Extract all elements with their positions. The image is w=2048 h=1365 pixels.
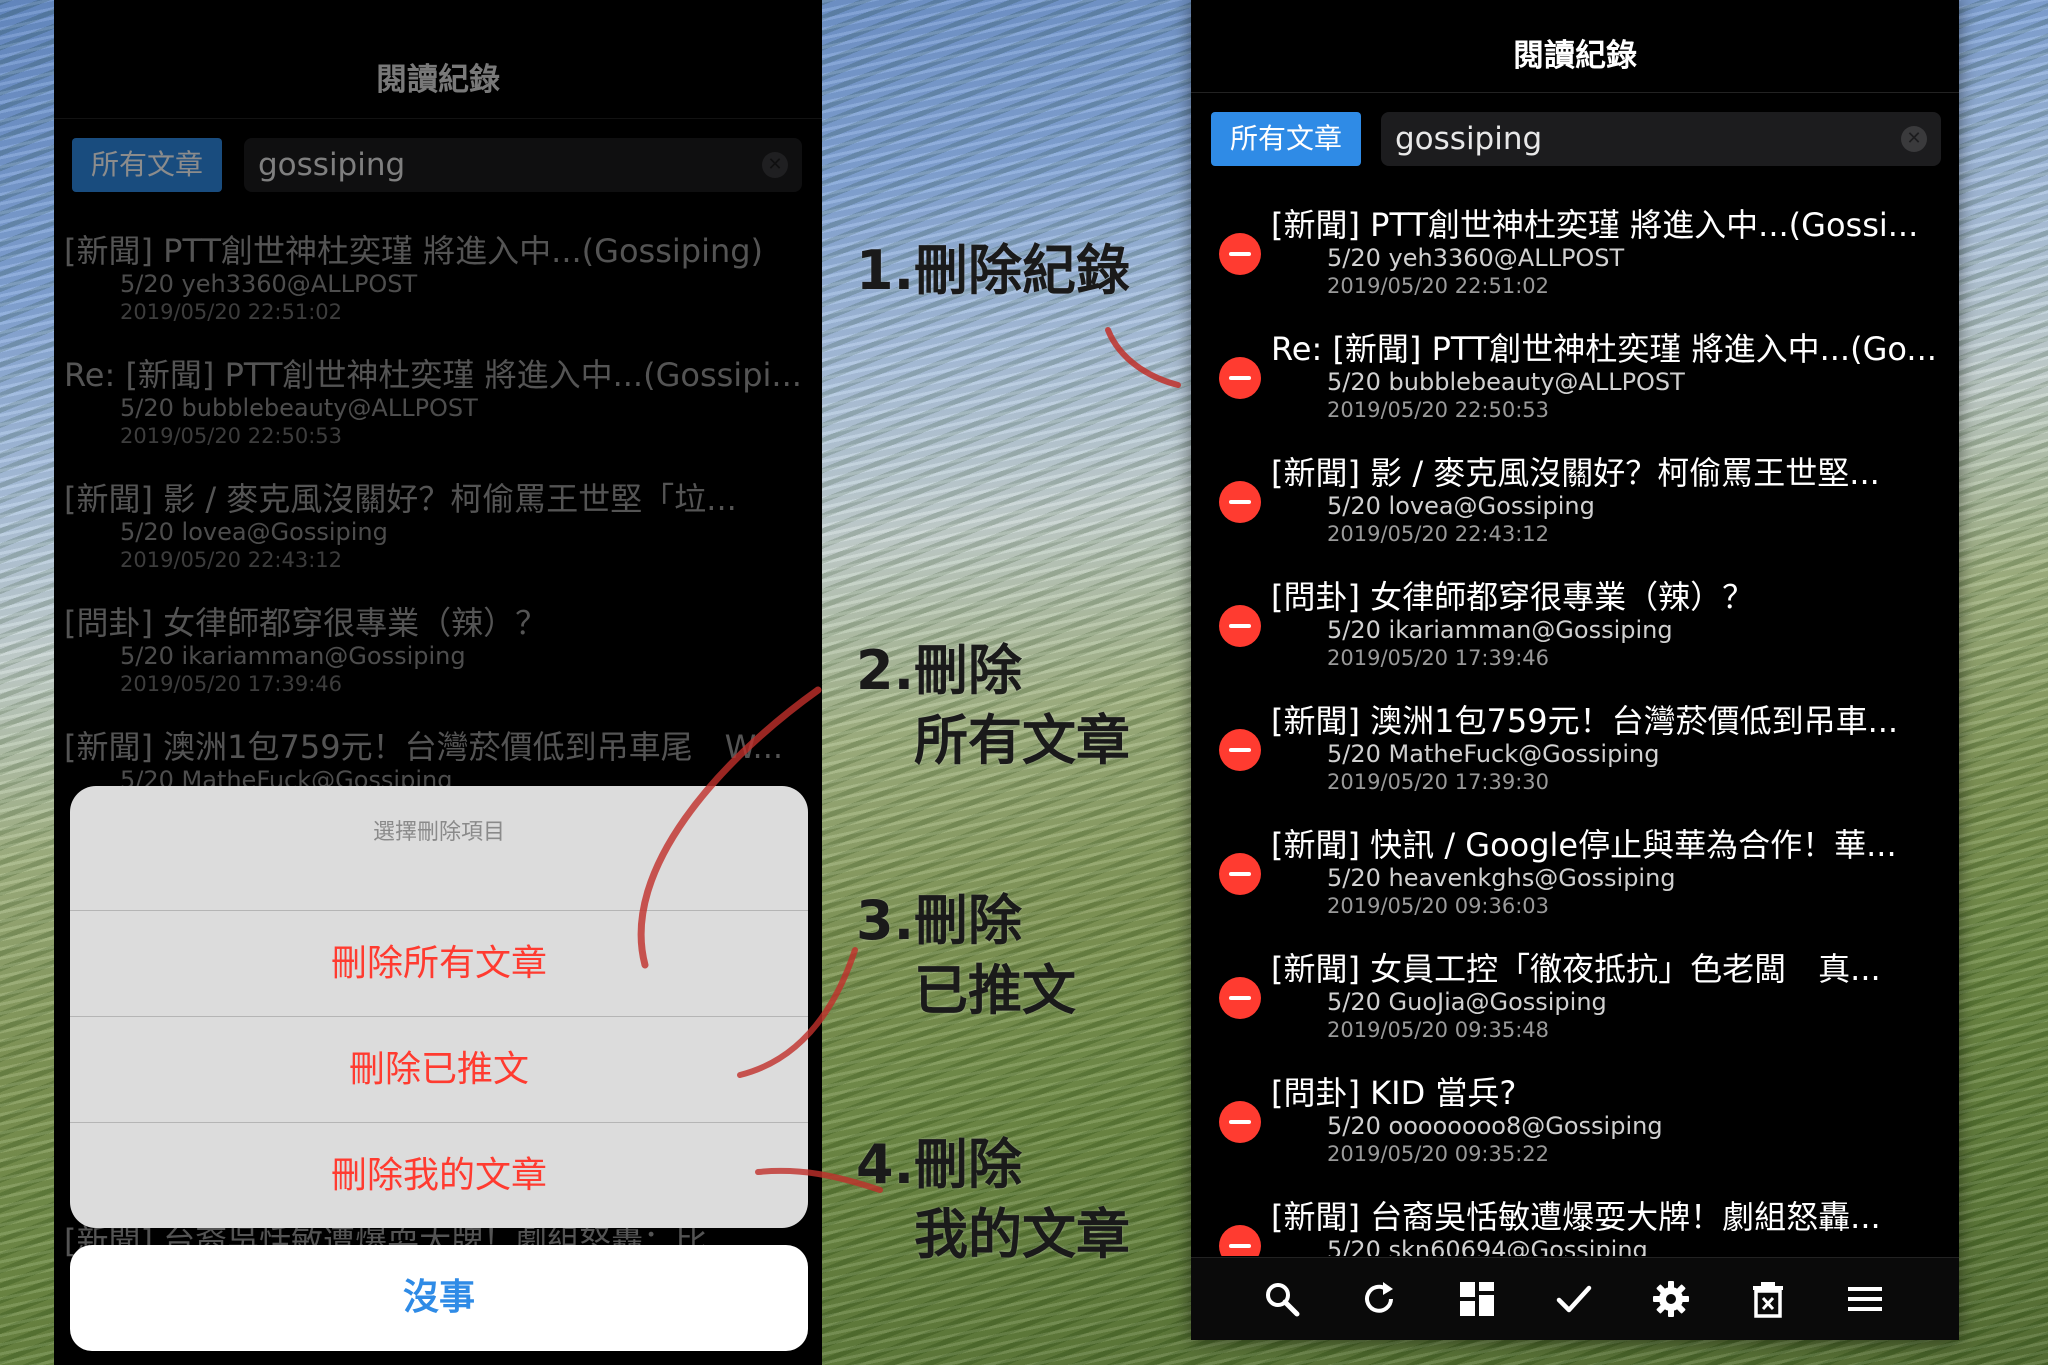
article-title: [新聞] 台裔吳恬敏遭爆耍大牌！劇組怒轟... [1271, 1198, 1881, 1236]
delete-my-articles-button[interactable]: 刪除我的文章 [70, 1122, 808, 1228]
step-number: 1. [856, 239, 915, 302]
step-number: 2. [856, 639, 915, 702]
bottom-toolbar [1191, 1257, 1959, 1340]
article-title: [新聞] 女員工控「徹夜抵抗」色老闆 真... [1271, 950, 1881, 988]
article-date: 2019/05/20 17:39:30 [1327, 770, 1550, 794]
article-date: 2019/05/20 17:39:46 [1327, 646, 1550, 670]
step-text: 刪除 [914, 889, 1022, 952]
action-sheet: 選擇刪除項目 刪除所有文章 刪除已推文 刪除我的文章 [70, 786, 808, 1228]
article-title: [新聞] 快訊 / Google停止與華為合作！華... [1271, 826, 1897, 864]
check-icon[interactable] [1554, 1279, 1594, 1319]
article-title: [新聞] PTT創世神杜奕瑾 將進入中...(Gossi... [1271, 206, 1919, 244]
step-text: 刪除 [914, 1133, 1022, 1196]
article-row[interactable]: [新聞] 澳洲1包759元！台灣菸價低到吊車... 5/20 MatheFuck… [1191, 696, 1959, 820]
delete-all-articles-button[interactable]: 刪除所有文章 [70, 910, 808, 1017]
article-row[interactable]: [問卦] 女律師都穿很專業（辣）？ 5/20 ikariamman@Gossip… [1191, 572, 1959, 696]
search-input[interactable]: gossiping ✕ [1381, 112, 1941, 166]
article-meta: 5/20 MatheFuck@Gossiping [1327, 740, 1660, 768]
article-date: 2019/05/20 22:43:12 [1327, 522, 1550, 546]
delete-record-icon[interactable] [1219, 977, 1261, 1019]
article-row[interactable]: [新聞] PTT創世神杜奕瑾 將進入中...(Gossi... 5/20 yeh… [1191, 200, 1959, 324]
article-meta: 5/20 lovea@Gossiping [1327, 492, 1595, 520]
article-meta: 5/20 bubblebeauty@ALLPOST [1327, 368, 1685, 396]
cancel-button[interactable]: 沒事 [70, 1245, 808, 1351]
trash-icon[interactable] [1748, 1279, 1788, 1319]
left-screen: 閱讀紀錄 所有文章 gossiping ✕ [新聞] PTT創世神杜奕瑾 將進入… [54, 0, 822, 1365]
article-date: 2019/05/20 22:50:53 [1327, 398, 1550, 422]
step-number: 3. [856, 889, 915, 952]
article-title: [新聞] 影 / 麥克風沒關好？柯偷罵王世堅... [1271, 454, 1880, 492]
article-row[interactable]: Re: [新聞] PTT創世神杜奕瑾 將進入中...(Go... 5/20 bu… [1191, 324, 1959, 448]
nav-title: 閱讀紀錄 [1513, 38, 1637, 74]
article-date: 2019/05/20 22:51:02 [1327, 274, 1550, 298]
delete-record-icon[interactable] [1219, 605, 1261, 647]
refresh-icon[interactable] [1359, 1279, 1399, 1319]
right-screen: 閱讀紀錄 所有文章 gossiping ✕ [新聞] PTT創世神杜奕瑾 將進入… [1191, 0, 1959, 1340]
menu-icon[interactable] [1845, 1279, 1885, 1319]
delete-record-icon[interactable] [1219, 729, 1261, 771]
delete-record-icon[interactable] [1219, 1225, 1261, 1256]
delete-pushed-button[interactable]: 刪除已推文 [70, 1016, 808, 1123]
delete-record-icon[interactable] [1219, 481, 1261, 523]
delete-record-icon[interactable] [1219, 233, 1261, 275]
filter-button[interactable]: 所有文章 [1211, 112, 1361, 166]
step-number: 4. [856, 1133, 915, 1196]
article-title: [問卦] KID 當兵? [1271, 1074, 1517, 1112]
delete-record-icon[interactable] [1219, 1101, 1261, 1143]
step-text: 刪除紀錄 [914, 239, 1130, 302]
gear-icon[interactable] [1651, 1279, 1691, 1319]
article-title: [新聞] 澳洲1包759元！台灣菸價低到吊車... [1271, 702, 1899, 740]
step-text: 所有文章 [914, 709, 1130, 773]
article-list: [新聞] PTT創世神杜奕瑾 將進入中...(Gossi... 5/20 yeh… [1191, 200, 1959, 1256]
article-meta: 5/20 ikariamman@Gossiping [1327, 616, 1673, 644]
article-row[interactable]: [新聞] 快訊 / Google停止與華為合作！華... 5/20 heaven… [1191, 820, 1959, 944]
search-icon[interactable] [1262, 1279, 1302, 1319]
delete-record-icon[interactable] [1219, 357, 1261, 399]
article-meta: 5/20 yeh3360@ALLPOST [1327, 244, 1625, 272]
step-text: 刪除 [914, 639, 1022, 702]
article-meta: 5/20 skn60694@Gossiping [1327, 1236, 1648, 1256]
article-date: 2019/05/20 09:36:03 [1327, 894, 1550, 918]
annotation-step-4: 4.刪除 我的文章 [856, 1130, 1130, 1270]
article-date: 2019/05/20 09:35:22 [1327, 1142, 1550, 1166]
article-row[interactable]: [新聞] 台裔吳恬敏遭爆耍大牌！劇組怒轟... 5/20 skn60694@Go… [1191, 1192, 1959, 1256]
step-text: 我的文章 [914, 1203, 1130, 1267]
search-value: gossiping [1395, 121, 1543, 157]
arrow-step-1 [1105, 327, 1181, 388]
article-row[interactable]: [新聞] 影 / 麥克風沒關好？柯偷罵王世堅... 5/20 lovea@Gos… [1191, 448, 1959, 572]
annotation-step-2: 2.刪除 所有文章 [856, 636, 1130, 776]
annotation-step-3: 3.刪除 已推文 [856, 886, 1076, 1026]
nav-separator [1191, 92, 1959, 93]
article-meta: 5/20 oooooooo8@Gossiping [1327, 1112, 1663, 1140]
article-title: [問卦] 女律師都穿很專業（辣）？ [1271, 578, 1755, 616]
article-meta: 5/20 heavenkghs@Gossiping [1327, 864, 1676, 892]
clear-search-icon[interactable]: ✕ [1901, 126, 1927, 152]
article-meta: 5/20 GuoJia@Gossiping [1327, 988, 1607, 1016]
layout-icon[interactable] [1457, 1279, 1497, 1319]
annotation-step-1: 1.刪除紀錄 [856, 236, 1130, 306]
step-text: 已推文 [914, 959, 1076, 1023]
article-row[interactable]: [問卦] KID 當兵? 5/20 oooooooo8@Gossiping 20… [1191, 1068, 1959, 1192]
article-row[interactable]: [新聞] 女員工控「徹夜抵抗」色老闆 真... 5/20 GuoJia@Goss… [1191, 944, 1959, 1068]
article-date: 2019/05/20 09:35:48 [1327, 1018, 1550, 1042]
article-title: Re: [新聞] PTT創世神杜奕瑾 將進入中...(Go... [1271, 330, 1937, 368]
action-sheet-title: 選擇刪除項目 [372, 820, 505, 845]
delete-record-icon[interactable] [1219, 853, 1261, 895]
